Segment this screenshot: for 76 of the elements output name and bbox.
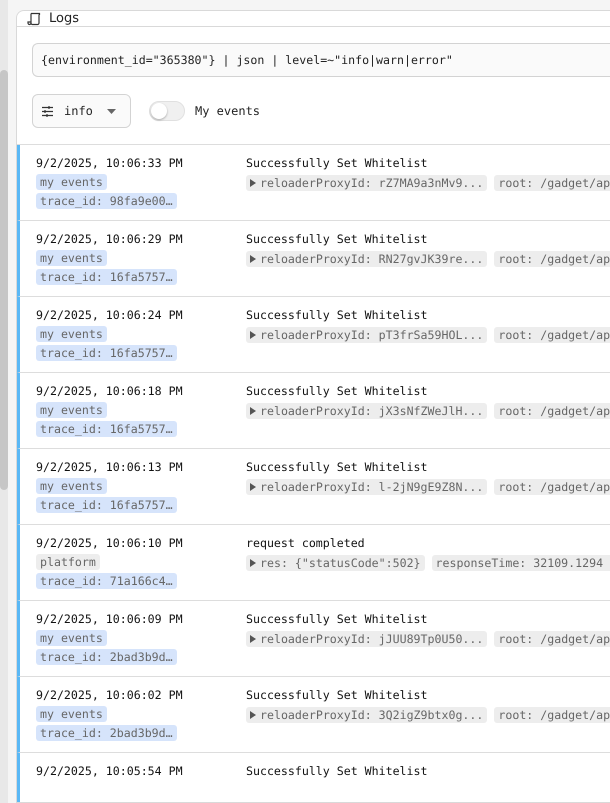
timestamp: 9/2/2025, 10:06:09 PM <box>36 611 183 627</box>
field-chip: responseTime: 32109.1294 <box>432 555 610 571</box>
tag: trace_id: 2bad3b9d… <box>36 649 177 665</box>
field-chip[interactable]: reloaderProxyId: rZ7MA9a3nMv9... <box>246 175 488 191</box>
timestamp: 9/2/2025, 10:06:10 PM <box>36 535 183 551</box>
field-chip[interactable]: reloaderProxyId: jX3sNfZWeJlH... <box>246 403 488 419</box>
tag: my events <box>36 630 107 646</box>
tag: trace_id: 16fa5757… <box>36 269 177 285</box>
log-message: Successfully Set Whitelist <box>246 231 428 247</box>
expand-arrow-icon <box>250 331 256 339</box>
panel-title: Logs <box>49 11 79 26</box>
log-message: Successfully Set Whitelist <box>246 383 428 399</box>
timestamp: 9/2/2025, 10:06:13 PM <box>36 459 183 475</box>
expand-arrow-icon <box>250 635 256 643</box>
expand-arrow-icon <box>250 407 256 415</box>
timestamp: 9/2/2025, 10:06:33 PM <box>36 155 183 171</box>
log-row[interactable]: 9/2/2025, 10:06:29 PM my events trace_id: 16fa5757… Successfully Set Whitelist reloaderProxyId: RN27gvJK39re... root: /gadget/ap <box>17 221 610 297</box>
log-message: Successfully Set Whitelist <box>246 155 428 171</box>
field-chip: root: /gadget/ap <box>494 251 610 267</box>
timestamp: 9/2/2025, 10:06:24 PM <box>36 307 183 323</box>
level-dropdown[interactable]: info <box>32 94 131 128</box>
expand-arrow-icon <box>250 711 256 719</box>
log-message: request completed <box>246 535 366 551</box>
tag: my events <box>36 402 107 418</box>
field-chip: root: /gadget/ap <box>494 327 610 343</box>
expand-arrow-icon <box>250 179 256 187</box>
log-message: Successfully Set Whitelist <box>246 459 428 475</box>
log-message: Successfully Set Whitelist <box>246 611 428 627</box>
caret-icon <box>106 108 116 114</box>
log-row[interactable]: 9/2/2025, 10:06:13 PM my events trace_id: 16fa5757… Successfully Set Whitelist reloaderProxyId: l-2jN9gE9Z8N... root: /gadget/ap <box>17 449 610 525</box>
toggle-label: My events <box>195 104 260 118</box>
sliders-icon <box>41 104 54 118</box>
field-chip[interactable]: reloaderProxyId: 3Q2igZ9btx0g... <box>246 707 488 723</box>
log-message: Successfully Set Whitelist <box>246 687 428 703</box>
field-chip: root: /gadget/ap <box>494 707 610 723</box>
field-chip[interactable]: reloaderProxyId: RN27gvJK39re... <box>246 251 488 267</box>
tag: my events <box>36 706 107 722</box>
field-chip: root: /gadget/ap <box>494 403 610 419</box>
field-chip: root: /gadget/ap <box>494 631 610 647</box>
log-row[interactable]: 9/2/2025, 10:06:24 PM my events trace_id: 16fa5757… Successfully Set Whitelist reloaderProxyId: pT3frSa59HOL... root: /gadget/ap <box>17 297 610 373</box>
tag: my events <box>36 326 107 342</box>
field-chip: root: /gadget/ap <box>494 175 610 191</box>
scroll-icon <box>27 12 41 26</box>
log-row[interactable]: 9/2/2025, 10:06:10 PM platform trace_id: 71a166c4… request completed res: {"statusCode":502} responseTime: 32109.1294 <box>17 525 610 601</box>
query-field[interactable]: {environment_id="365380"} | json | level=~"info|warn|error" <box>32 43 610 77</box>
timestamp: 9/2/2025, 10:05:54 PM <box>36 763 183 779</box>
log-row[interactable]: 9/2/2025, 10:05:54 PM Successfully Set Whitelist <box>17 753 610 802</box>
log-message: Successfully Set Whitelist <box>246 307 428 323</box>
timestamp: 9/2/2025, 10:06:29 PM <box>36 231 183 247</box>
tag: trace_id: 2bad3b9d… <box>36 725 177 741</box>
tag: platform <box>36 554 100 570</box>
tag: trace_id: 71a166c4… <box>36 573 177 589</box>
timestamp: 9/2/2025, 10:06:18 PM <box>36 383 183 399</box>
log-row[interactable]: 9/2/2025, 10:06:33 PM my events trace_id: 98fa9e00… Successfully Set Whitelist reloaderProxyId: rZ7MA9a3nMv9... root: /gadget/ap <box>17 145 610 221</box>
log-row[interactable]: 9/2/2025, 10:06:09 PM my events trace_id: 2bad3b9d… Successfully Set Whitelist reloaderProxyId: jJUU89Tp0U50... root: /gadget/ap <box>17 601 610 677</box>
tag: trace_id: 16fa5757… <box>36 345 177 361</box>
tag: trace_id: 16fa5757… <box>36 497 177 513</box>
log-row[interactable]: 9/2/2025, 10:06:18 PM my events trace_id: 16fa5757… Successfully Set Whitelist reloaderProxyId: jX3sNfZWeJlH... root: /gadget/ap <box>17 373 610 449</box>
tag: my events <box>36 250 107 266</box>
log-row[interactable]: 9/2/2025, 10:06:02 PM my events trace_id: 2bad3b9d… Successfully Set Whitelist reloaderProxyId: 3Q2igZ9btx0g... root: /gadget/ap <box>17 677 610 753</box>
expand-arrow-icon <box>250 255 256 263</box>
field-chip[interactable]: reloaderProxyId: l-2jN9gE9Z8N... <box>246 479 488 495</box>
field-chip: root: /gadget/ap <box>494 479 610 495</box>
scrollbar[interactable] <box>0 0 8 803</box>
log-message: Successfully Set Whitelist <box>246 763 428 779</box>
expand-arrow-icon <box>250 559 256 567</box>
tag: my events <box>36 478 107 494</box>
tag: trace_id: 16fa5757… <box>36 421 177 437</box>
toggle-switch[interactable] <box>149 101 185 121</box>
field-chip[interactable]: res: {"statusCode":502} <box>246 555 425 571</box>
tag: my events <box>36 174 107 190</box>
field-chip[interactable]: reloaderProxyId: pT3frSa59HOL... <box>246 327 488 343</box>
tag: trace_id: 98fa9e00… <box>36 193 177 209</box>
timestamp: 9/2/2025, 10:06:02 PM <box>36 687 183 703</box>
expand-arrow-icon <box>250 483 256 491</box>
field-chip[interactable]: reloaderProxyId: jJUU89Tp0U50... <box>246 631 488 647</box>
